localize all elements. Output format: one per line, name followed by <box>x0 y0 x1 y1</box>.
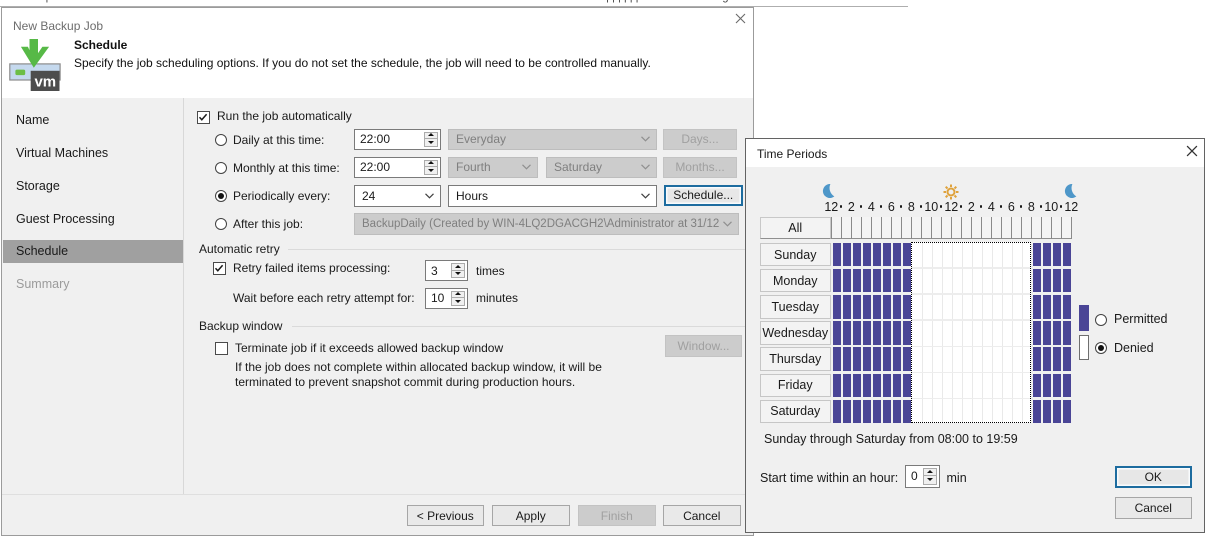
svg-text:vm: vm <box>34 74 56 91</box>
